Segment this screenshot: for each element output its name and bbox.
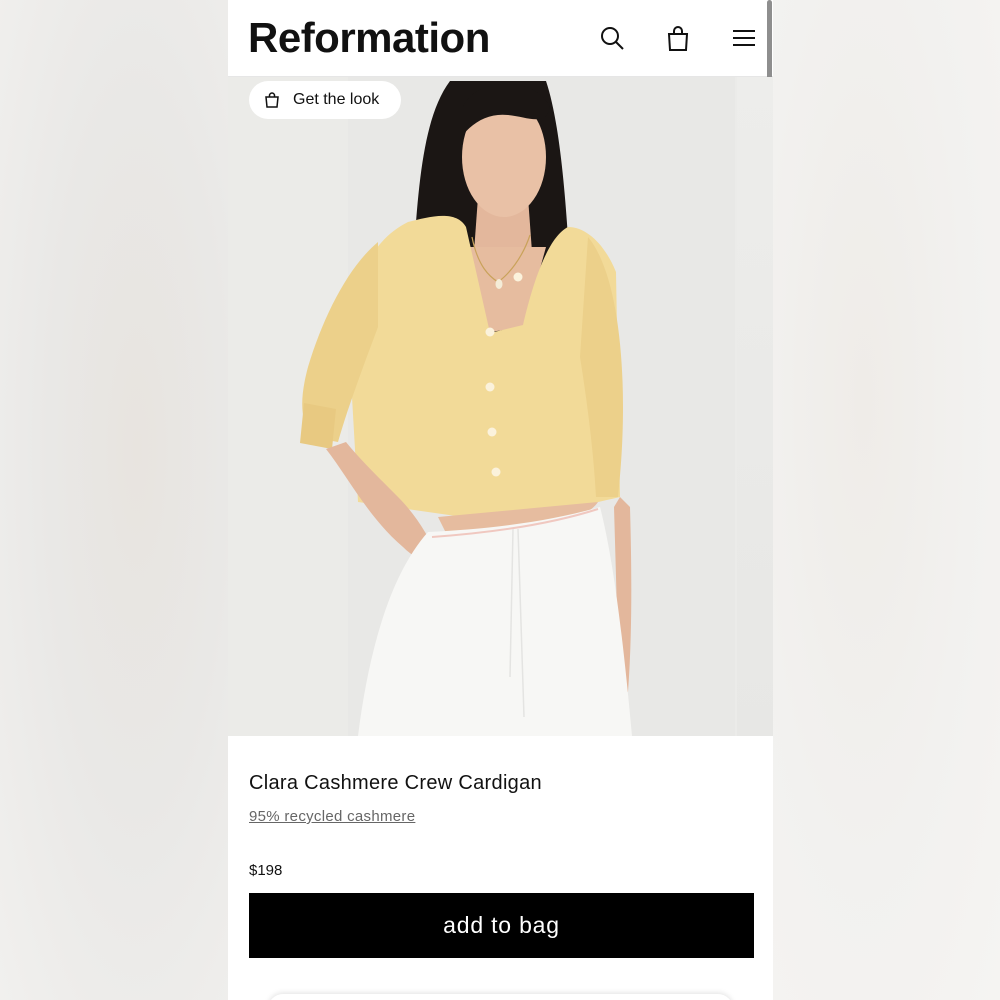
shopping-bag-icon <box>265 92 279 108</box>
brand-logo[interactable]: Reformation <box>248 14 490 62</box>
get-the-look-label: Get the look <box>293 91 380 108</box>
site-header: Reformation <box>228 0 773 77</box>
search-icon[interactable] <box>598 24 626 52</box>
product-image-gallery[interactable]: Get the look <box>228 77 773 736</box>
background-blur-right <box>773 0 1000 1000</box>
bag-icon[interactable] <box>664 24 692 52</box>
product-image[interactable]: Get the look <box>228 77 735 736</box>
menu-icon[interactable] <box>730 24 758 52</box>
product-price: $198 <box>249 862 283 879</box>
bottom-sheet-peek[interactable] <box>268 994 733 1000</box>
product-info: Clara Cashmere Crew Cardigan 95% recycle… <box>228 736 773 1000</box>
next-product-image[interactable] <box>737 77 773 736</box>
material-link[interactable]: 95% recycled cashmere <box>249 808 415 825</box>
add-to-bag-button[interactable]: add to bag <box>249 893 754 958</box>
model-photo <box>228 77 735 736</box>
product-title: Clara Cashmere Crew Cardigan <box>249 772 542 794</box>
get-the-look-button[interactable]: Get the look <box>249 81 402 119</box>
phone-screen: Reformation Get the look Clara Cashmere … <box>228 0 773 1000</box>
background-blur-left <box>0 0 228 1000</box>
